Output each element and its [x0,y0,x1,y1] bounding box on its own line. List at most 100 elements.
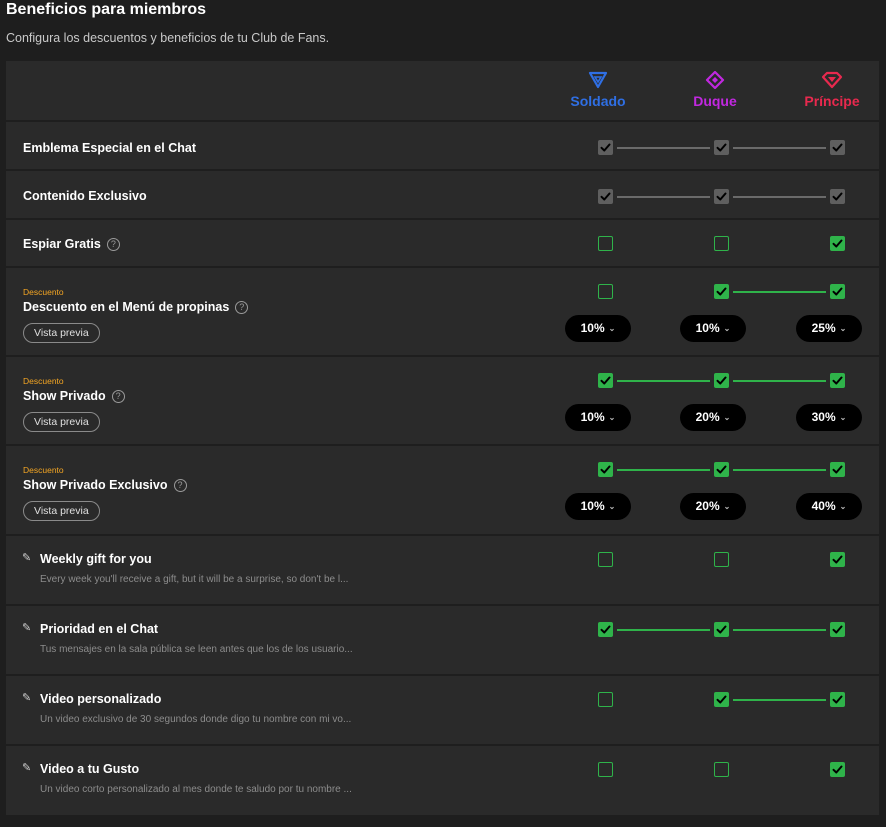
checkbox-príncipe[interactable] [830,622,845,637]
benefit-label: Espiar Gratis [23,237,101,251]
checkbox-príncipe[interactable] [830,140,845,155]
tier-name: Soldado [570,93,626,109]
checkbox-duque[interactable] [714,373,729,388]
discount-value: 10% [580,410,605,424]
benefit-row: ✎ Video personalizado Un video exclusivo… [6,676,879,746]
help-icon[interactable]: ? [173,479,187,492]
help-icon[interactable]: ? [235,301,249,314]
tier-link-line [617,629,710,631]
benefit-label: Video personalizado [40,692,162,706]
tier-link-line [733,380,826,382]
tier-link-line [617,380,710,382]
checkbox-soldado[interactable] [598,762,613,777]
checkbox-duque[interactable] [714,140,729,155]
discount-value: 30% [811,410,836,424]
checkbox-príncipe[interactable] [830,692,845,707]
checkbox-soldado[interactable] [598,236,613,251]
pencil-icon[interactable]: ✎ [22,621,31,634]
discount-select[interactable]: 10% ⌄ [565,404,631,431]
checkbox-duque[interactable] [714,462,729,477]
checkbox-duque[interactable] [714,762,729,777]
discount-select[interactable]: 10% ⌄ [565,315,631,342]
checkbox-príncipe[interactable] [830,762,845,777]
tier-name: Duque [693,93,737,109]
help-icon[interactable]: ? [106,238,120,251]
benefit-label-wrap: Show Privado? [23,389,125,403]
chevron-down-icon: ⌄ [608,413,616,422]
tier-duque: Duque [665,71,765,109]
checkbox-duque[interactable] [714,692,729,707]
page-title: Beneficios para miembros [6,1,207,18]
discount-select[interactable]: 40% ⌄ [796,493,862,520]
discount-select[interactable]: 10% ⌄ [565,493,631,520]
checkbox-duque[interactable] [714,622,729,637]
checkbox-soldado[interactable] [598,284,613,299]
benefit-label: Video a tu Gusto [40,762,140,776]
benefits-table: Soldado Duque Príncipe Emblema Especial … [6,61,879,815]
checkbox-duque[interactable] [714,236,729,251]
benefit-label-wrap: Descuento en el Menú de propinas? [23,300,249,314]
checkbox-soldado[interactable] [598,462,613,477]
checkbox-príncipe[interactable] [830,236,845,251]
discount-value: 10% [695,321,720,335]
checkbox-soldado[interactable] [598,552,613,567]
pencil-icon[interactable]: ✎ [22,691,31,704]
checkbox-duque[interactable] [714,552,729,567]
chevron-down-icon: ⌄ [839,413,847,422]
benefit-label: Contenido Exclusivo [23,189,147,203]
preview-button[interactable]: Vista previa [23,323,100,343]
checkbox-soldado[interactable] [598,140,613,155]
checkbox-duque[interactable] [714,284,729,299]
checkbox-soldado[interactable] [598,622,613,637]
checkbox-príncipe[interactable] [830,284,845,299]
chevron-down-icon: ⌄ [723,502,731,511]
checkbox-soldado[interactable] [598,692,613,707]
chevron-down-icon: ⌄ [723,413,731,422]
benefit-description: Un video corto personalizado al mes dond… [40,784,352,795]
benefit-description: Every week you'll receive a gift, but it… [40,574,349,585]
checkbox-duque[interactable] [714,189,729,204]
checkbox-soldado[interactable] [598,373,613,388]
benefit-description: Un video exclusivo de 30 segundos donde … [40,714,352,725]
checkbox-príncipe[interactable] [830,552,845,567]
tier-header: Soldado Duque Príncipe [6,61,879,122]
discount-select[interactable]: 10% ⌄ [680,315,746,342]
benefit-label: Prioridad en el Chat [40,622,159,636]
checkbox-soldado[interactable] [598,189,613,204]
benefit-label-wrap: Espiar Gratis? [23,237,120,251]
discount-select[interactable]: 30% ⌄ [796,404,862,431]
discount-tag: Descuento [23,287,64,297]
benefit-row: Contenido Exclusivo [6,171,879,220]
tier-link-line [733,147,826,149]
chevron-down-icon: ⌄ [608,502,616,511]
pencil-icon[interactable]: ✎ [22,761,31,774]
discount-tag: Descuento [23,465,64,475]
discount-select[interactable]: 25% ⌄ [796,315,862,342]
chevron-down-icon: ⌄ [608,324,616,333]
benefit-row: ✎ Prioridad en el Chat Tus mensajes en l… [6,606,879,676]
checkbox-príncipe[interactable] [830,462,845,477]
preview-button[interactable]: Vista previa [23,501,100,521]
discount-value: 25% [811,321,836,335]
discount-select[interactable]: 20% ⌄ [680,493,746,520]
checkbox-príncipe[interactable] [830,373,845,388]
page-subtitle: Configura los descuentos y beneficios de… [6,31,330,45]
tier-principe: Príncipe [782,71,882,109]
tier-link-line [733,469,826,471]
help-icon[interactable]: ? [111,390,125,403]
benefit-row: Descuento Show Privado? Vista previa 10%… [6,357,879,446]
tier-name: Príncipe [804,93,860,109]
benefit-row: Espiar Gratis? [6,220,879,268]
benefit-label: Weekly gift for you [40,552,152,566]
discount-value: 10% [580,321,605,335]
chevron-down-icon: ⌄ [839,324,847,333]
benefit-row: Emblema Especial en el Chat [6,122,879,171]
preview-button[interactable]: Vista previa [23,412,100,432]
diamond-icon [705,71,725,89]
benefit-label: Show Privado Exclusivo [23,478,168,492]
tier-link-line [617,196,710,198]
pencil-icon[interactable]: ✎ [22,551,31,564]
benefit-label-wrap: Show Privado Exclusivo? [23,478,187,492]
checkbox-príncipe[interactable] [830,189,845,204]
discount-select[interactable]: 20% ⌄ [680,404,746,431]
